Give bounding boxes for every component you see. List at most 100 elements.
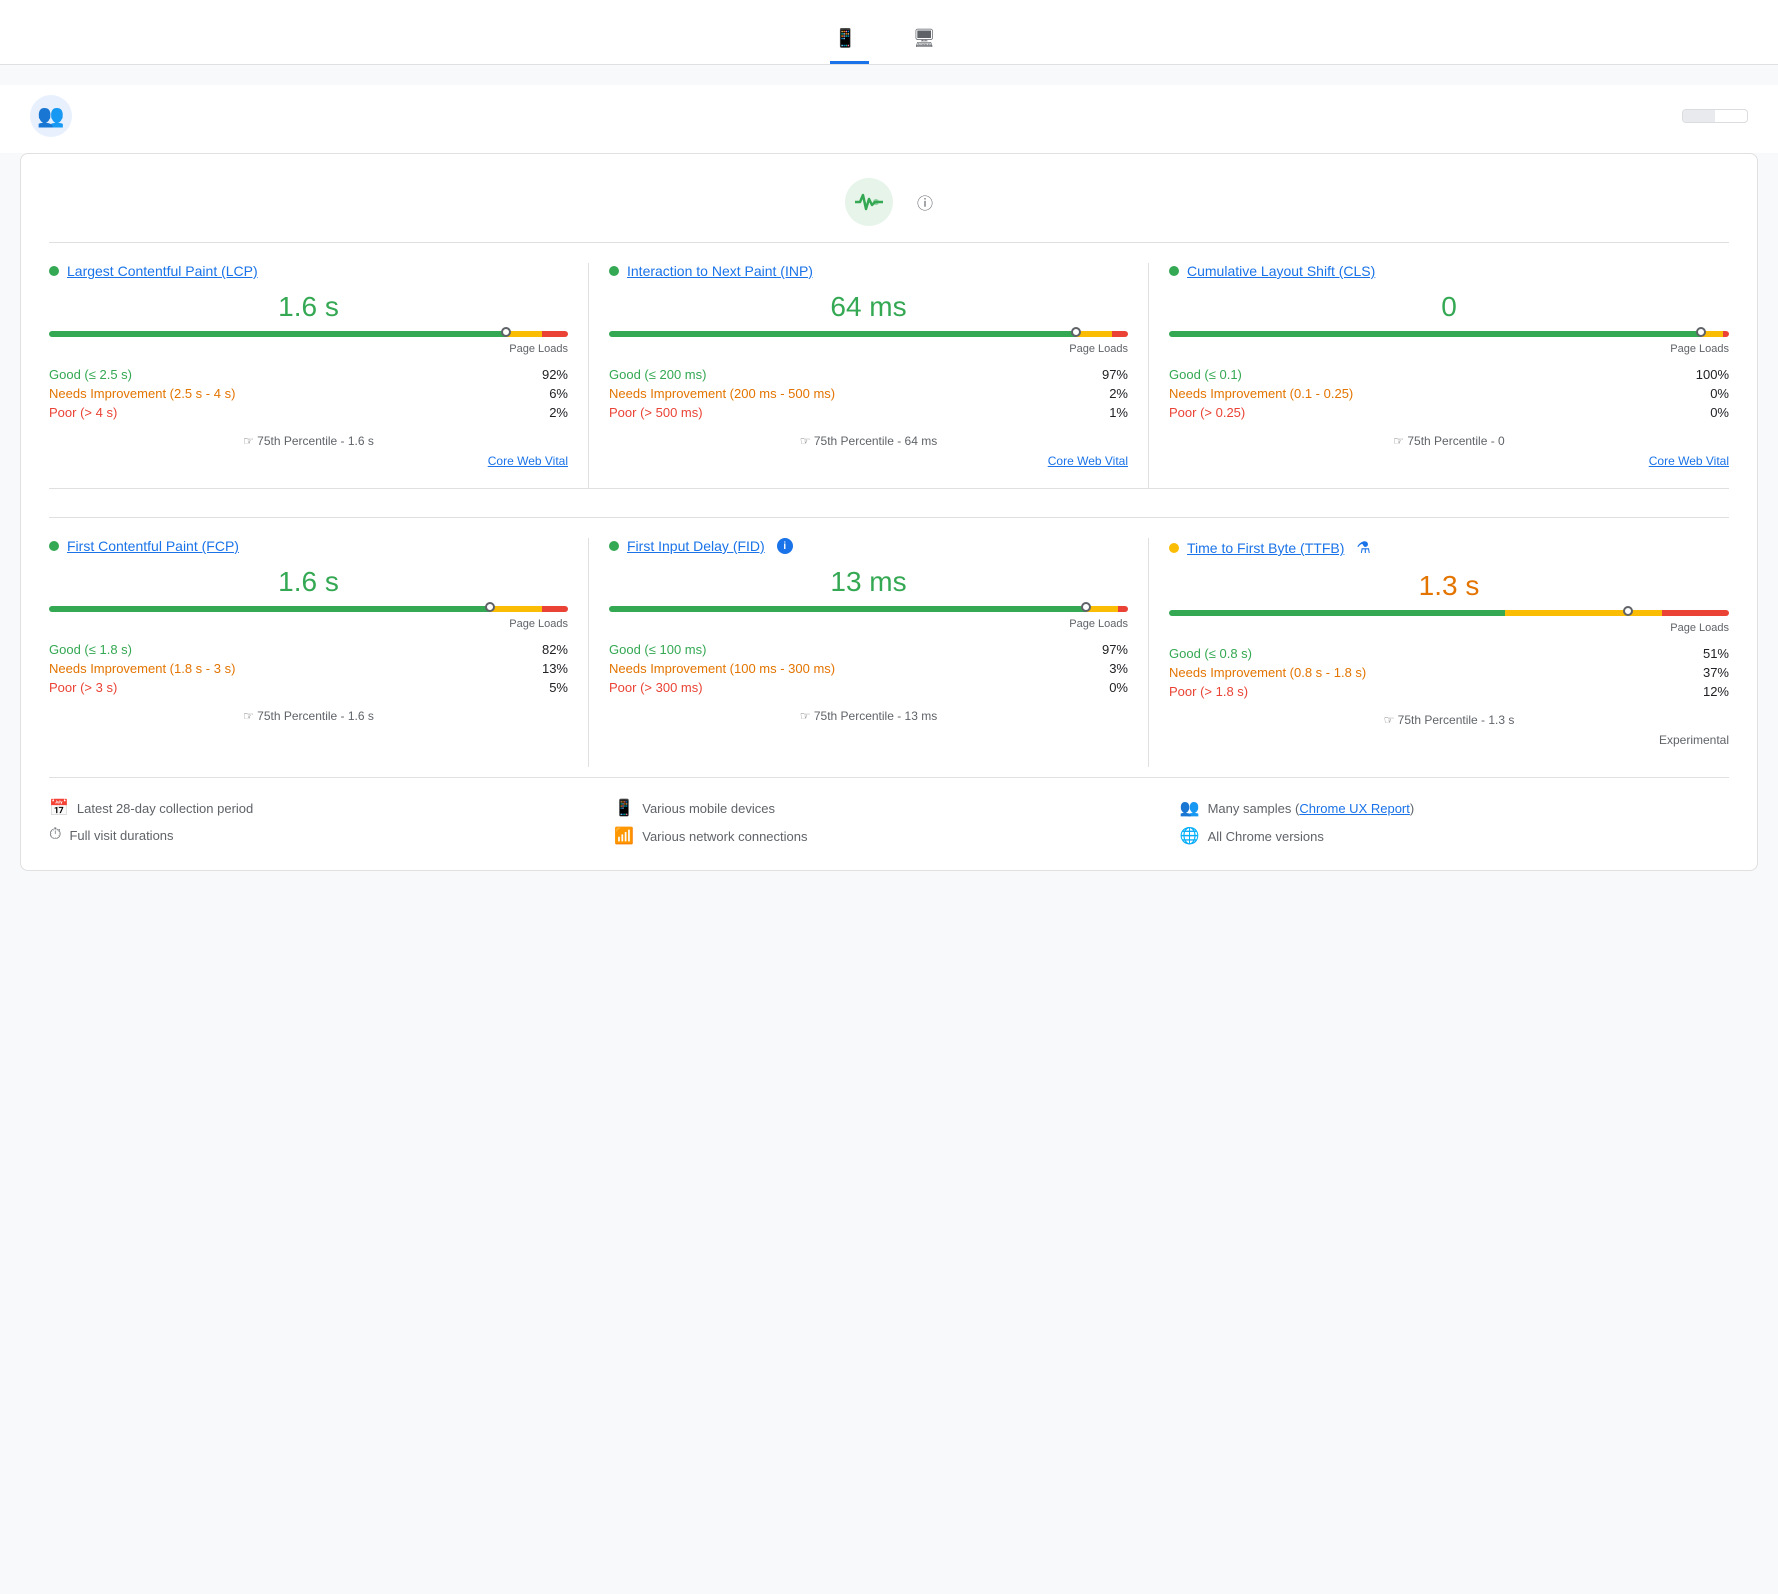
dist-row: Needs Improvement (1.8 s - 3 s) 13% <box>49 659 568 678</box>
progress-bar-track <box>609 606 1128 612</box>
bar-red <box>1112 331 1128 337</box>
calendar-icon: 📅 <box>49 798 69 818</box>
footer-col-1: 📅 Latest 28-day collection period ⏱ Full… <box>49 798 598 846</box>
percentile: ☞ 75th Percentile - 13 ms <box>609 709 1128 723</box>
progress-bar-inp <box>609 331 1128 337</box>
chrome-ux-link[interactable]: Chrome UX Report <box>1299 801 1410 816</box>
percentile: ☞ 75th Percentile - 1.6 s <box>49 434 568 448</box>
dist-row: Good (≤ 2.5 s) 92% <box>49 365 568 384</box>
bar-red <box>1662 610 1729 616</box>
origin-button[interactable] <box>1715 110 1747 122</box>
dist-pct: 51% <box>1703 646 1729 661</box>
dist-row: Needs Improvement (200 ms - 500 ms) 2% <box>609 384 1128 403</box>
assessment-info-icon[interactable]: ⓘ <box>917 190 933 214</box>
dist-pct: 12% <box>1703 684 1729 699</box>
dist-label: Needs Improvement (200 ms - 500 ms) <box>609 386 835 401</box>
dist-label: Good (≤ 200 ms) <box>609 367 706 382</box>
metric-name-cls[interactable]: Cumulative Layout Shift (CLS) <box>1187 263 1375 279</box>
metric-name-inp[interactable]: Interaction to Next Paint (INP) <box>627 263 813 279</box>
metric-name-fcp[interactable]: First Contentful Paint (FCP) <box>67 538 239 554</box>
dist-row: Good (≤ 0.1) 100% <box>1169 365 1729 384</box>
bar-green <box>609 606 1086 612</box>
metric-name-lcp[interactable]: Largest Contentful Paint (LCP) <box>67 263 258 279</box>
dist-label: Poor (> 500 ms) <box>609 405 703 420</box>
dist-pct: 0% <box>1109 680 1128 695</box>
dist-label: Needs Improvement (2.5 s - 4 s) <box>49 386 235 401</box>
dist-pct: 2% <box>1109 386 1128 401</box>
footer-item-duration: ⏱ Full visit durations <box>49 826 598 844</box>
bar-orange <box>1505 610 1662 616</box>
bar-label: Page Loads <box>49 618 568 630</box>
bar-green <box>49 606 490 612</box>
dist-row: Poor (> 0.25) 0% <box>1169 403 1729 422</box>
chrome-icon: 🌐 <box>1180 826 1200 846</box>
vitals-icon <box>845 178 893 226</box>
metric-name-fid[interactable]: First Input Delay (FID) <box>627 538 765 554</box>
this-url-button[interactable] <box>1683 110 1715 122</box>
dist-label: Good (≤ 2.5 s) <box>49 367 132 382</box>
footer-col-3: 👥 Many samples (Chrome UX Report) 🌐 All … <box>1180 798 1729 846</box>
dist-row: Poor (> 1.8 s) 12% <box>1169 682 1729 701</box>
footer-col-2: 📱 Various mobile devices 📶 Various netwo… <box>614 798 1163 846</box>
dist-pct: 97% <box>1102 642 1128 657</box>
progress-marker <box>1071 327 1081 337</box>
dist-pct: 2% <box>549 405 568 420</box>
cwv-link[interactable]: Core Web Vital <box>49 454 568 468</box>
footer-item-samples: 👥 Many samples (Chrome UX Report) <box>1180 798 1729 818</box>
cwv-link[interactable]: Core Web Vital <box>1169 454 1729 468</box>
dist-label: Needs Improvement (0.1 - 0.25) <box>1169 386 1353 401</box>
marker-pin <box>1081 602 1091 612</box>
dist-label: Needs Improvement (1.8 s - 3 s) <box>49 661 235 676</box>
dist-pct: 37% <box>1703 665 1729 680</box>
bar-label: Page Loads <box>609 343 1128 355</box>
dist-label: Good (≤ 1.8 s) <box>49 642 132 657</box>
metric-value-fcp: 1.6 s <box>49 566 568 598</box>
footer-section: 📅 Latest 28-day collection period ⏱ Full… <box>49 777 1729 846</box>
dist-row: Poor (> 4 s) 2% <box>49 403 568 422</box>
distribution: Good (≤ 1.8 s) 82% Needs Improvement (1.… <box>49 640 568 697</box>
footer-chrome-text: All Chrome versions <box>1208 829 1324 844</box>
metric-col-fcp: First Contentful Paint (FCP) 1.6 s Page … <box>49 538 589 767</box>
network-icon: 📶 <box>614 826 634 846</box>
tab-mobile[interactable]: 📱 <box>830 16 868 64</box>
percentile: ☞ 75th Percentile - 64 ms <box>609 434 1128 448</box>
footer-duration-text: Full visit durations <box>69 828 173 843</box>
experimental-label: Experimental <box>1169 733 1729 747</box>
bar-red <box>542 331 568 337</box>
bar-orange <box>1076 331 1112 337</box>
url-origin-toggle <box>1682 109 1748 123</box>
info-badge[interactable]: i <box>777 538 793 554</box>
marker-pin <box>1696 327 1706 337</box>
progress-bar-ttfb <box>1169 610 1729 616</box>
dist-label: Poor (> 1.8 s) <box>1169 684 1248 699</box>
metric-title-ttfb: Time to First Byte (TTFB) ⚗ <box>1169 538 1729 558</box>
cwv-link[interactable]: Core Web Vital <box>609 454 1128 468</box>
distribution: Good (≤ 2.5 s) 92% Needs Improvement (2.… <box>49 365 568 422</box>
footer-item-period: 📅 Latest 28-day collection period <box>49 798 598 818</box>
metric-col-cls: Cumulative Layout Shift (CLS) 0 Page Loa… <box>1169 263 1729 488</box>
footer-item-devices: 📱 Various mobile devices <box>614 798 1163 818</box>
progress-bar-track <box>1169 610 1729 616</box>
core-metrics-grid: Largest Contentful Paint (LCP) 1.6 s Pag… <box>49 242 1729 488</box>
dist-row: Poor (> 500 ms) 1% <box>609 403 1128 422</box>
mobile-icon: 📱 <box>834 28 856 49</box>
dist-pct: 3% <box>1109 661 1128 676</box>
dist-row: Needs Improvement (100 ms - 300 ms) 3% <box>609 659 1128 678</box>
marker-pin <box>1623 606 1633 616</box>
bar-green <box>609 331 1076 337</box>
page-header: 👥 <box>0 85 1778 153</box>
metric-name-ttfb[interactable]: Time to First Byte (TTFB) <box>1187 540 1344 556</box>
tab-desktop[interactable]: 🖥 <box>909 16 948 64</box>
footer-item-network: 📶 Various network connections <box>614 826 1163 846</box>
metric-title-fid: First Input Delay (FID) i <box>609 538 1128 554</box>
progress-bar-cls <box>1169 331 1729 337</box>
progress-bar-track <box>49 331 568 337</box>
desktop-icon: 🖥 <box>913 28 936 49</box>
dist-pct: 97% <box>1102 367 1128 382</box>
metric-dot-lcp <box>49 266 59 276</box>
dist-pct: 6% <box>549 386 568 401</box>
progress-bar-track <box>1169 331 1729 337</box>
dist-row: Poor (> 300 ms) 0% <box>609 678 1128 697</box>
dist-row: Poor (> 3 s) 5% <box>49 678 568 697</box>
footer-network-text: Various network connections <box>642 829 807 844</box>
